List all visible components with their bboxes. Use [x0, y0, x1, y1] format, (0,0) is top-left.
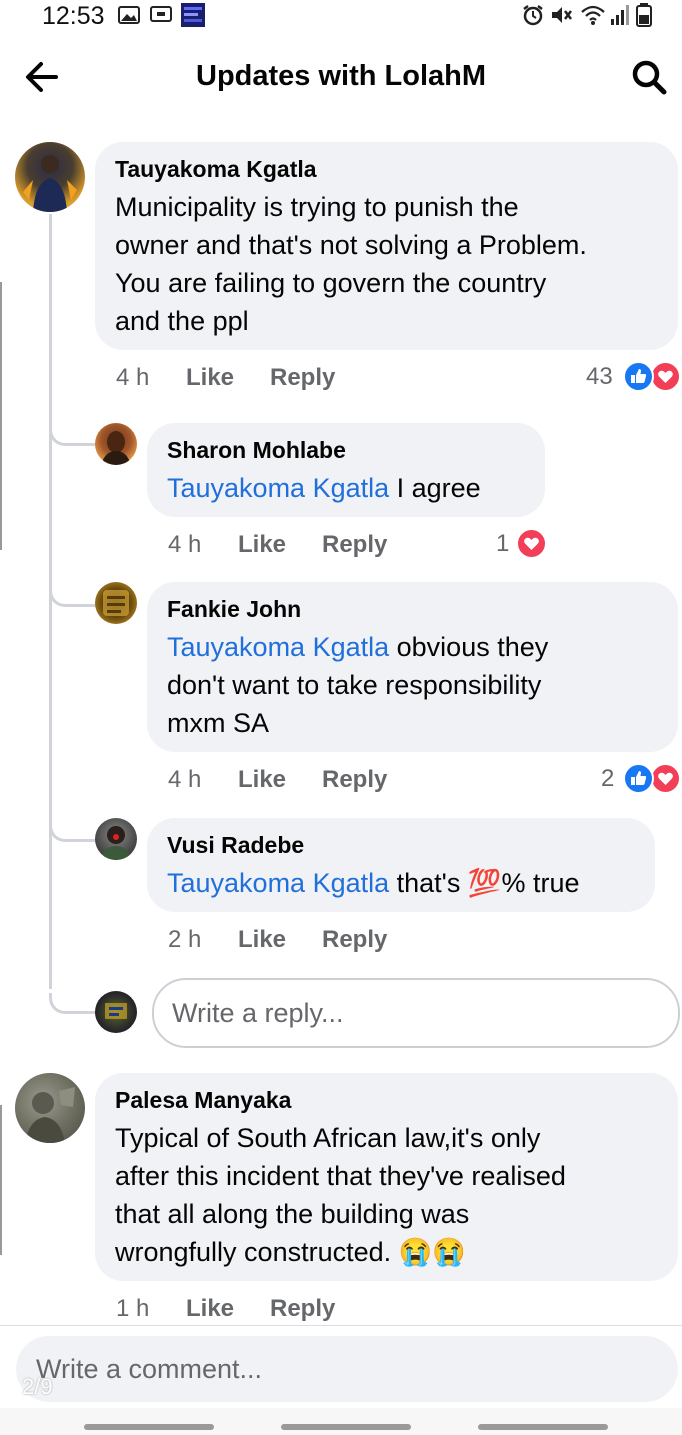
reply-text: Tauyakoma Kgatla I agree: [167, 473, 481, 503]
divider: [0, 1325, 682, 1326]
current-user-avatar: [95, 991, 137, 1033]
reaction-count[interactable]: 43: [586, 363, 613, 391]
reply-time: 4 h: [168, 766, 202, 793]
like-button[interactable]: Like: [238, 531, 286, 559]
reaction-count[interactable]: 2: [601, 765, 614, 793]
love-reaction-icon: [650, 361, 681, 392]
image-icon: [118, 6, 140, 29]
like-reaction-icon: [623, 763, 654, 794]
app-thumbnail-icon: [181, 3, 205, 32]
mention-link[interactable]: Tauyakoma Kgatla: [167, 868, 389, 898]
like-button[interactable]: Like: [186, 1295, 234, 1323]
status-time: 12:53: [42, 2, 105, 30]
status-bar: 12:53: [0, 0, 682, 34]
comment-author[interactable]: Palesa Manyaka: [115, 1087, 291, 1114]
nav-recents-button[interactable]: [84, 1424, 214, 1430]
search-icon: [632, 60, 667, 95]
reply-bubble: Vusi Radebe Tauyakoma Kgatla that's 💯% t…: [147, 818, 655, 912]
avatar[interactable]: [15, 1073, 85, 1143]
reply-button[interactable]: Reply: [322, 766, 387, 794]
comment-input-placeholder: Write a comment...: [36, 1354, 263, 1384]
edge-indicator: [0, 282, 2, 550]
mention-link[interactable]: Tauyakoma Kgatla: [167, 632, 389, 662]
love-reaction-icon: [516, 528, 547, 559]
reply-bubble: Sharon Mohlabe Tauyakoma Kgatla I agree: [147, 423, 545, 517]
nav-back-button[interactable]: [478, 1424, 608, 1430]
reply-time: 4 h: [168, 531, 202, 558]
reply-text: Tauyakoma Kgatla obvious they don't want…: [167, 632, 549, 738]
search-button[interactable]: [628, 56, 670, 98]
thread-connector: [49, 821, 98, 842]
comment-author[interactable]: Tauyakoma Kgatla: [115, 156, 317, 183]
system-nav-bar: [0, 1408, 682, 1435]
reply-button[interactable]: Reply: [322, 926, 387, 954]
reply-text: Tauyakoma Kgatla that's 💯% true: [167, 868, 580, 898]
edge-indicator: [0, 1105, 2, 1255]
comment-input[interactable]: Write a comment...: [16, 1336, 678, 1402]
comment-bubble: Palesa Manyaka Typical of South African …: [95, 1073, 678, 1281]
reply-author[interactable]: Fankie John: [167, 596, 301, 623]
like-button[interactable]: Like: [238, 926, 286, 954]
nav-home-button[interactable]: [281, 1424, 411, 1430]
comment-bubble: Tauyakoma Kgatla Municipality is trying …: [95, 142, 678, 350]
reply-button[interactable]: Reply: [270, 1295, 335, 1323]
thread-connector: [49, 425, 98, 446]
alarm-icon: [522, 4, 544, 31]
reply-button[interactable]: Reply: [322, 531, 387, 559]
avatar[interactable]: [95, 818, 137, 860]
mention-link[interactable]: Tauyakoma Kgatla: [167, 473, 389, 503]
like-button[interactable]: Like: [186, 364, 234, 392]
comment-time: 1 h: [116, 1295, 150, 1322]
reply-bubble: Fankie John Tauyakoma Kgatla obvious the…: [147, 582, 678, 752]
thread-connector: [49, 993, 98, 1014]
reply-author[interactable]: Vusi Radebe: [167, 832, 304, 859]
like-button[interactable]: Like: [238, 766, 286, 794]
avatar[interactable]: [95, 582, 137, 624]
reply-time: 2 h: [168, 926, 202, 953]
page-indicator: 2/9: [22, 1374, 53, 1399]
wifi-icon: [580, 4, 606, 31]
thread-line: [49, 214, 52, 989]
thread-connector: [49, 586, 98, 607]
reply-input[interactable]: Write a reply...: [152, 978, 680, 1048]
mute-icon: [549, 4, 573, 31]
app-header: Updates with LolahM: [0, 34, 682, 124]
comment-text: Typical of South African law,it's only a…: [115, 1123, 566, 1267]
comment-time: 4 h: [116, 364, 150, 391]
reaction-count[interactable]: 1: [496, 530, 509, 558]
avatar[interactable]: [15, 142, 85, 212]
avatar[interactable]: [95, 423, 137, 465]
signal-icon: [610, 4, 630, 31]
reply-input-placeholder: Write a reply...: [172, 998, 344, 1028]
page-title: Updates with LolahM: [196, 60, 486, 92]
comment-text: Municipality is trying to punish the own…: [115, 192, 587, 336]
reply-button[interactable]: Reply: [270, 364, 335, 392]
love-reaction-icon: [650, 763, 681, 794]
battery-icon: [636, 3, 652, 32]
like-reaction-icon: [623, 361, 654, 392]
reply-author[interactable]: Sharon Mohlabe: [167, 437, 346, 464]
cast-icon: [150, 6, 172, 29]
